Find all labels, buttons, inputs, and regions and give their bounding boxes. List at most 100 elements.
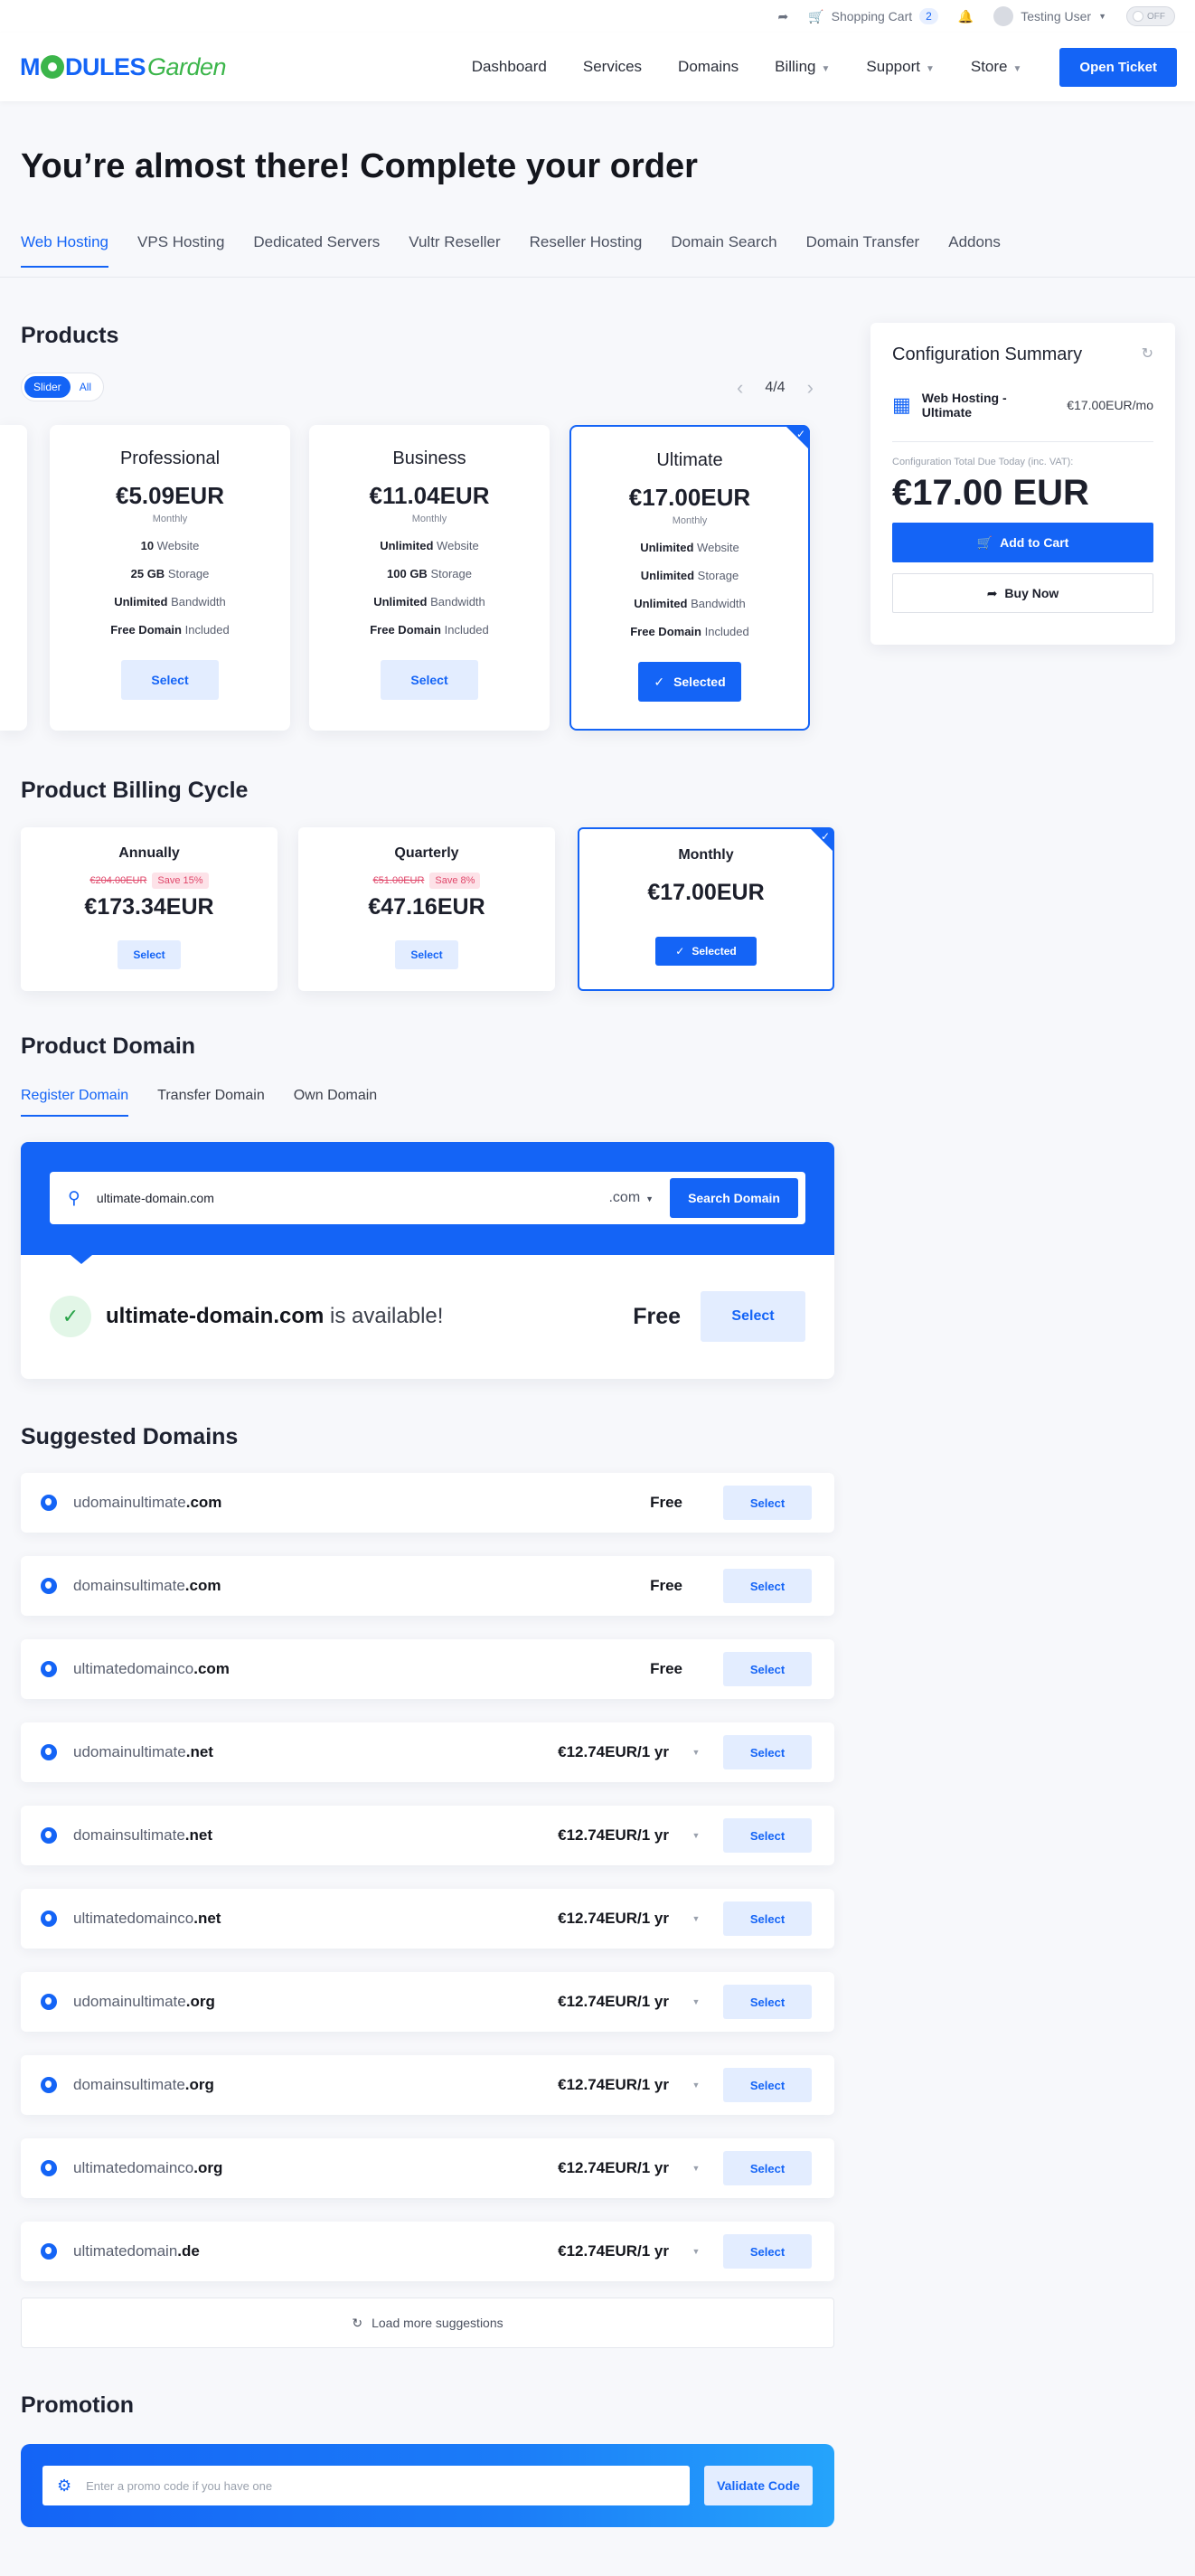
globe-icon xyxy=(41,1744,57,1760)
feature-value: Free Domain xyxy=(630,625,701,638)
tab-dedicated-servers[interactable]: Dedicated Servers xyxy=(253,233,380,268)
suggested-domain-name: udomainultimate.com xyxy=(73,1494,221,1512)
promo-code-input[interactable] xyxy=(86,2478,675,2493)
user-menu[interactable]: Testing User ▼ xyxy=(993,6,1106,26)
validate-code-button[interactable]: Validate Code xyxy=(704,2466,813,2505)
tab-addons[interactable]: Addons xyxy=(948,233,1001,268)
nav-billing[interactable]: Billing ▼ xyxy=(775,58,830,76)
load-more-button[interactable]: ↻ Load more suggestions xyxy=(21,2298,834,2348)
billing-card-annually: Annually €204.00EUR Save 15% €173.34EUR S… xyxy=(21,827,278,991)
tab-vultr-reseller[interactable]: Vultr Reseller xyxy=(409,233,500,268)
suggested-domain-name: domainsultimate.net xyxy=(73,1826,212,1845)
divider xyxy=(892,441,1153,442)
suggested-heading: Suggested Domains xyxy=(21,1424,239,1449)
view-slider-button[interactable]: Slider xyxy=(24,376,71,398)
period-dropdown[interactable]: ▼ xyxy=(669,1831,723,1840)
main-nav: M DULES Garden Dashboard Services Domains … xyxy=(0,33,1195,101)
select-suggested-button[interactable]: Select xyxy=(723,2068,812,2102)
domain-tld: .net xyxy=(193,1910,221,1927)
period-dropdown[interactable]: ▼ xyxy=(669,1997,723,2006)
period-dropdown[interactable]: ▼ xyxy=(669,2164,723,2173)
search-domain-button[interactable]: Search Domain xyxy=(670,1178,798,1218)
suggested-domain-row: domainsultimate.com Free Select xyxy=(21,1556,834,1616)
tab-web-hosting[interactable]: Web Hosting xyxy=(21,233,109,268)
view-all-button[interactable]: All xyxy=(71,376,100,398)
tab-domain-transfer[interactable]: Domain Transfer xyxy=(806,233,920,268)
domain-tld: .org xyxy=(193,2159,223,2176)
theme-toggle[interactable]: OFF xyxy=(1126,6,1175,26)
select-suggested-button[interactable]: Select xyxy=(723,1985,812,2019)
divider xyxy=(0,277,1195,278)
suggested-domain-name: udomainultimate.net xyxy=(73,1743,213,1761)
selected-cycle-button[interactable]: ✓ Selected xyxy=(655,937,757,966)
share-arrow-icon: ➦ xyxy=(986,585,998,600)
avatar xyxy=(993,6,1014,26)
tld-value: .com xyxy=(608,1190,641,1205)
tab-vps-hosting[interactable]: VPS Hosting xyxy=(137,233,224,268)
period-dropdown[interactable]: ▼ xyxy=(669,1914,723,1923)
feature-value: Unlimited xyxy=(373,595,428,609)
chevron-down-icon: ▼ xyxy=(692,1997,701,2006)
suggested-domain-name: udomainultimate.org xyxy=(73,1993,215,2011)
period-dropdown[interactable]: ▼ xyxy=(669,2247,723,2256)
availability-result: ✓ ultimate-domain.com is available! Free… xyxy=(21,1255,834,1342)
nav-store[interactable]: Store ▼ xyxy=(971,58,1022,76)
logo[interactable]: M DULES Garden xyxy=(20,53,227,81)
domain-search-input[interactable] xyxy=(96,1191,609,1205)
select-product-button[interactable]: Select xyxy=(121,660,219,700)
nav-domains[interactable]: Domains xyxy=(678,58,739,76)
chevron-right-icon[interactable]: › xyxy=(807,376,814,400)
open-ticket-button[interactable]: Open Ticket xyxy=(1059,47,1177,87)
select-suggested-button[interactable]: Select xyxy=(723,1486,812,1520)
nav-support[interactable]: Support ▼ xyxy=(866,58,934,76)
tab-domain-search[interactable]: Domain Search xyxy=(671,233,776,268)
suggested-domain-row: ultimatedomain.de €12.74EUR/1 yr ▼ Select xyxy=(21,2222,834,2281)
select-product-button[interactable]: Select xyxy=(381,660,478,700)
domain-heading: Product Domain xyxy=(21,1033,196,1059)
select-suggested-button[interactable]: Select xyxy=(723,1735,812,1769)
select-suggested-button[interactable]: Select xyxy=(723,2234,812,2269)
domain-tld: .de xyxy=(177,2242,200,2260)
selected-label: Selected xyxy=(692,945,737,958)
select-suggested-button[interactable]: Select xyxy=(723,1901,812,1936)
feature-value: Unlimited xyxy=(380,539,434,552)
selected-label: Selected xyxy=(673,675,726,689)
select-cycle-button[interactable]: Select xyxy=(395,940,458,969)
suggested-domain-price: Free xyxy=(650,1577,682,1594)
old-price: €204.00EUR xyxy=(89,875,147,886)
buy-now-button[interactable]: ➦ Buy Now xyxy=(892,573,1153,613)
product-feature: Unlimited Bandwidth xyxy=(309,595,550,609)
globe-icon xyxy=(41,1911,57,1927)
nav-store-label: Store xyxy=(970,58,1008,75)
load-more-label: Load more suggestions xyxy=(372,2316,503,2330)
period-dropdown[interactable]: ▼ xyxy=(669,2081,723,2090)
select-cycle-button[interactable]: Select xyxy=(118,940,181,969)
refresh-icon[interactable]: ↻ xyxy=(1142,344,1153,365)
select-suggested-button[interactable]: Select xyxy=(723,1818,812,1853)
select-suggested-button[interactable]: Select xyxy=(723,1569,812,1603)
selected-product-button[interactable]: ✓ Selected xyxy=(638,662,741,702)
cycle-discount: €204.00EUR Save 15% xyxy=(21,873,278,889)
select-suggested-button[interactable]: Select xyxy=(723,1652,812,1686)
nav-services[interactable]: Services xyxy=(583,58,642,76)
feature-label: Included xyxy=(440,623,489,637)
add-to-cart-button[interactable]: 🛒 Add to Cart xyxy=(892,523,1153,562)
tab-own-domain[interactable]: Own Domain xyxy=(294,1088,377,1117)
select-domain-button[interactable]: Select xyxy=(701,1291,805,1342)
tld-select[interactable]: .com ▼ xyxy=(608,1190,654,1206)
period-dropdown[interactable]: ▼ xyxy=(669,1748,723,1757)
chevron-left-icon[interactable]: ‹ xyxy=(737,376,743,400)
cycle-name: Annually xyxy=(118,845,180,861)
configuration-summary: Configuration Summary ↻ ▦ Web Hosting - … xyxy=(870,323,1175,645)
tab-register-domain[interactable]: Register Domain xyxy=(21,1088,129,1117)
select-suggested-button[interactable]: Select xyxy=(723,2151,812,2185)
bell-icon[interactable]: 🔔 xyxy=(958,9,974,24)
check-icon: ✓ xyxy=(795,428,805,440)
shopping-cart-link[interactable]: 🛒 Shopping Cart 2 xyxy=(808,8,938,24)
tab-transfer-domain[interactable]: Transfer Domain xyxy=(157,1088,265,1117)
tab-reseller-hosting[interactable]: Reseller Hosting xyxy=(530,233,643,268)
cycle-name: Monthly xyxy=(678,847,734,863)
nav-dashboard[interactable]: Dashboard xyxy=(472,58,547,76)
share-icon[interactable]: ➦ xyxy=(777,9,788,24)
suggested-domain-name: ultimatedomainco.org xyxy=(73,2159,222,2177)
